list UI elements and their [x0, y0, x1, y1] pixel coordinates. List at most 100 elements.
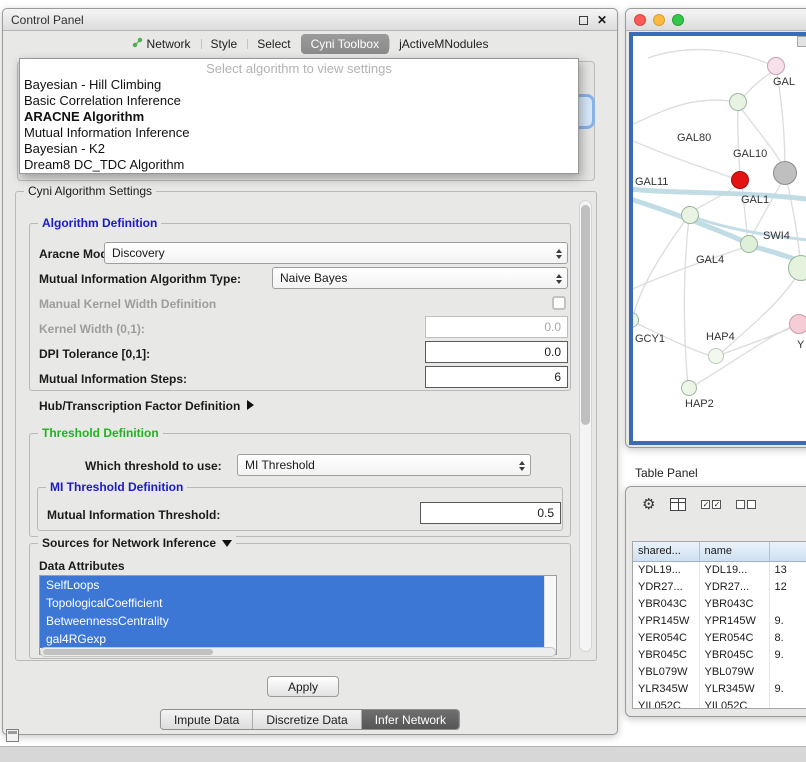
list-scrollbar[interactable] [544, 576, 556, 654]
hub-section-toggle[interactable]: Hub/Transcription Factor Definition [39, 399, 254, 413]
tab-impute-data[interactable]: Impute Data [161, 710, 252, 729]
table-cell: YPR145W [633, 612, 699, 629]
table-cell: 9. [769, 646, 806, 663]
apply-button[interactable]: Apply [267, 676, 339, 697]
network-node[interactable] [767, 57, 785, 75]
table-cell: YIL052C [699, 697, 769, 709]
attribute-item[interactable]: TopologicalCoefficient [40, 594, 544, 612]
tab-discretize-data[interactable]: Discretize Data [252, 710, 360, 729]
which-threshold-select[interactable]: MI Threshold [237, 454, 531, 476]
table-row[interactable]: YPR145WYPR145W9. [633, 612, 806, 629]
dpi-tolerance-label: DPI Tolerance [0,1]: [39, 347, 150, 361]
attribute-item[interactable]: gal4RGexp [40, 630, 544, 648]
collapsed-panel-icon[interactable] [6, 729, 19, 742]
table-cell: YER054C [633, 629, 699, 646]
table-cell: YBR045C [633, 646, 699, 663]
gear-icon[interactable]: ⚙ [642, 497, 655, 512]
aracne-mode-select[interactable]: Discovery [104, 242, 568, 264]
table-row[interactable]: YLR345WYLR345W9. [633, 680, 806, 697]
canvas-scroll-corner [797, 36, 806, 47]
network-node[interactable] [773, 161, 797, 185]
group-title: MI Threshold Definition [46, 480, 187, 494]
table-cell: YDR27... [633, 578, 699, 595]
tab-jactivemodules[interactable]: jActiveMNodules [389, 34, 498, 54]
columns-icon[interactable] [670, 498, 686, 511]
table-row[interactable]: YBR043CYBR043C [633, 595, 806, 612]
window-title: Control Panel [11, 13, 84, 27]
table-row[interactable]: YBR045CYBR045C9. [633, 646, 806, 663]
settings-scrollbar[interactable] [579, 200, 592, 652]
network-node-label: HAP4 [706, 331, 735, 343]
tab-infer-network[interactable]: Infer Network [361, 710, 459, 729]
table-cell: YDL19... [633, 561, 699, 578]
table-row[interactable]: YDR27...YDR27...12 [633, 578, 806, 595]
close-button[interactable] [634, 14, 646, 26]
algorithm-options: Bayesian - Hill ClimbingBasic Correlatio… [20, 77, 578, 173]
window-buttons: ✕ [579, 9, 607, 31]
node-table[interactable]: shared... name YDL19...YDL19...13YDR27..… [632, 541, 806, 709]
minimize-icon[interactable] [579, 16, 588, 25]
table-cell: YBL079W [633, 663, 699, 680]
scrollbar-thumb[interactable] [581, 205, 590, 425]
tab-cyni-toolbox[interactable]: Cyni Toolbox [301, 34, 389, 54]
algorithm-dropdown-popup: Select algorithm to view settings Bayesi… [19, 58, 579, 174]
mi-type-select[interactable]: Naive Bayes [272, 267, 568, 289]
mi-steps-label: Mutual Information Steps: [39, 372, 187, 386]
algorithm-option[interactable]: Mutual Information Inference [20, 125, 578, 141]
select-all-icon[interactable]: ✓✓ [701, 500, 721, 509]
control-panel-titlebar[interactable]: Control Panel ✕ [3, 9, 617, 31]
network-node[interactable] [708, 348, 724, 364]
table-panel-window: ⚙ ✓✓ shared... name YDL19...YDL19...13YD… [625, 486, 806, 717]
column-header[interactable]: name [699, 542, 769, 561]
tab-network[interactable]: Network [122, 34, 201, 54]
tab-select[interactable]: Select [247, 34, 300, 54]
minimize-button[interactable] [653, 14, 665, 26]
network-node-label: HAP2 [685, 398, 714, 410]
table-cell: YBR043C [633, 595, 699, 612]
scrollbar-thumb[interactable] [43, 649, 213, 655]
network-node[interactable] [740, 235, 758, 253]
data-attributes-list[interactable]: SelfLoopsTopologicalCoefficientBetweenne… [39, 575, 557, 655]
table-row[interactable]: YIL052CYIL052C [633, 697, 806, 709]
table-cell: YER054C [699, 629, 769, 646]
algorithm-option[interactable]: Bayesian - Hill Climbing [20, 77, 578, 93]
network-node[interactable] [729, 93, 747, 111]
column-header[interactable] [769, 542, 806, 561]
network-canvas[interactable]: GALGAL80GAL10GAL11GAL1SWI4GAL4GCY1HAP4HA… [629, 32, 806, 445]
algorithm-option[interactable]: Bayesian - K2 [20, 141, 578, 157]
attribute-item[interactable]: SelfLoops [40, 576, 544, 594]
network-node[interactable] [789, 314, 806, 334]
attribute-item[interactable]: BetweennessCentrality [40, 612, 544, 630]
mi-threshold-field[interactable]: 0.5 [420, 502, 561, 524]
dropdown-placeholder: Select algorithm to view settings [20, 61, 578, 77]
group-title: Threshold Definition [38, 426, 163, 440]
table-row[interactable]: YER054CYER054C8. [633, 629, 806, 646]
tab-style[interactable]: Style [201, 34, 248, 54]
network-node[interactable] [731, 171, 749, 189]
sources-section-toggle[interactable]: Sources for Network Inference [38, 536, 236, 550]
network-node[interactable] [681, 380, 697, 396]
algorithm-option[interactable]: ARACNE Algorithm [20, 109, 578, 125]
tab-label: Cyni Toolbox [311, 37, 379, 51]
algorithm-option[interactable]: Dream8 DC_TDC Algorithm [20, 157, 578, 173]
dpi-tolerance-field[interactable]: 0.0 [425, 341, 568, 363]
algorithm-option[interactable]: Basic Correlation Inference [20, 93, 578, 109]
table-row[interactable]: YDL19...YDL19...13 [633, 561, 806, 578]
network-node[interactable] [681, 206, 699, 224]
table-cell [769, 697, 806, 709]
column-header[interactable]: shared... [633, 542, 699, 561]
kernel-width-field[interactable]: 0.0 [425, 316, 568, 338]
network-window-titlebar[interactable] [626, 9, 806, 31]
table-cell: YIL052C [633, 697, 699, 709]
network-node-label: GAL1 [741, 194, 769, 206]
zoom-button[interactable] [672, 14, 684, 26]
data-attributes-label: Data Attributes [39, 559, 125, 573]
table-cell: YDR27... [699, 578, 769, 595]
network-view-window: GALGAL80GAL10GAL11GAL1SWI4GAL4GCY1HAP4HA… [625, 8, 806, 448]
mi-steps-field[interactable]: 6 [425, 366, 568, 388]
manual-kernel-checkbox[interactable] [552, 296, 566, 310]
close-icon[interactable]: ✕ [597, 13, 607, 27]
list-horizontal-scrollbar[interactable] [40, 647, 556, 657]
table-row[interactable]: YBL079WYBL079W [633, 663, 806, 680]
deselect-all-icon[interactable] [736, 500, 756, 509]
